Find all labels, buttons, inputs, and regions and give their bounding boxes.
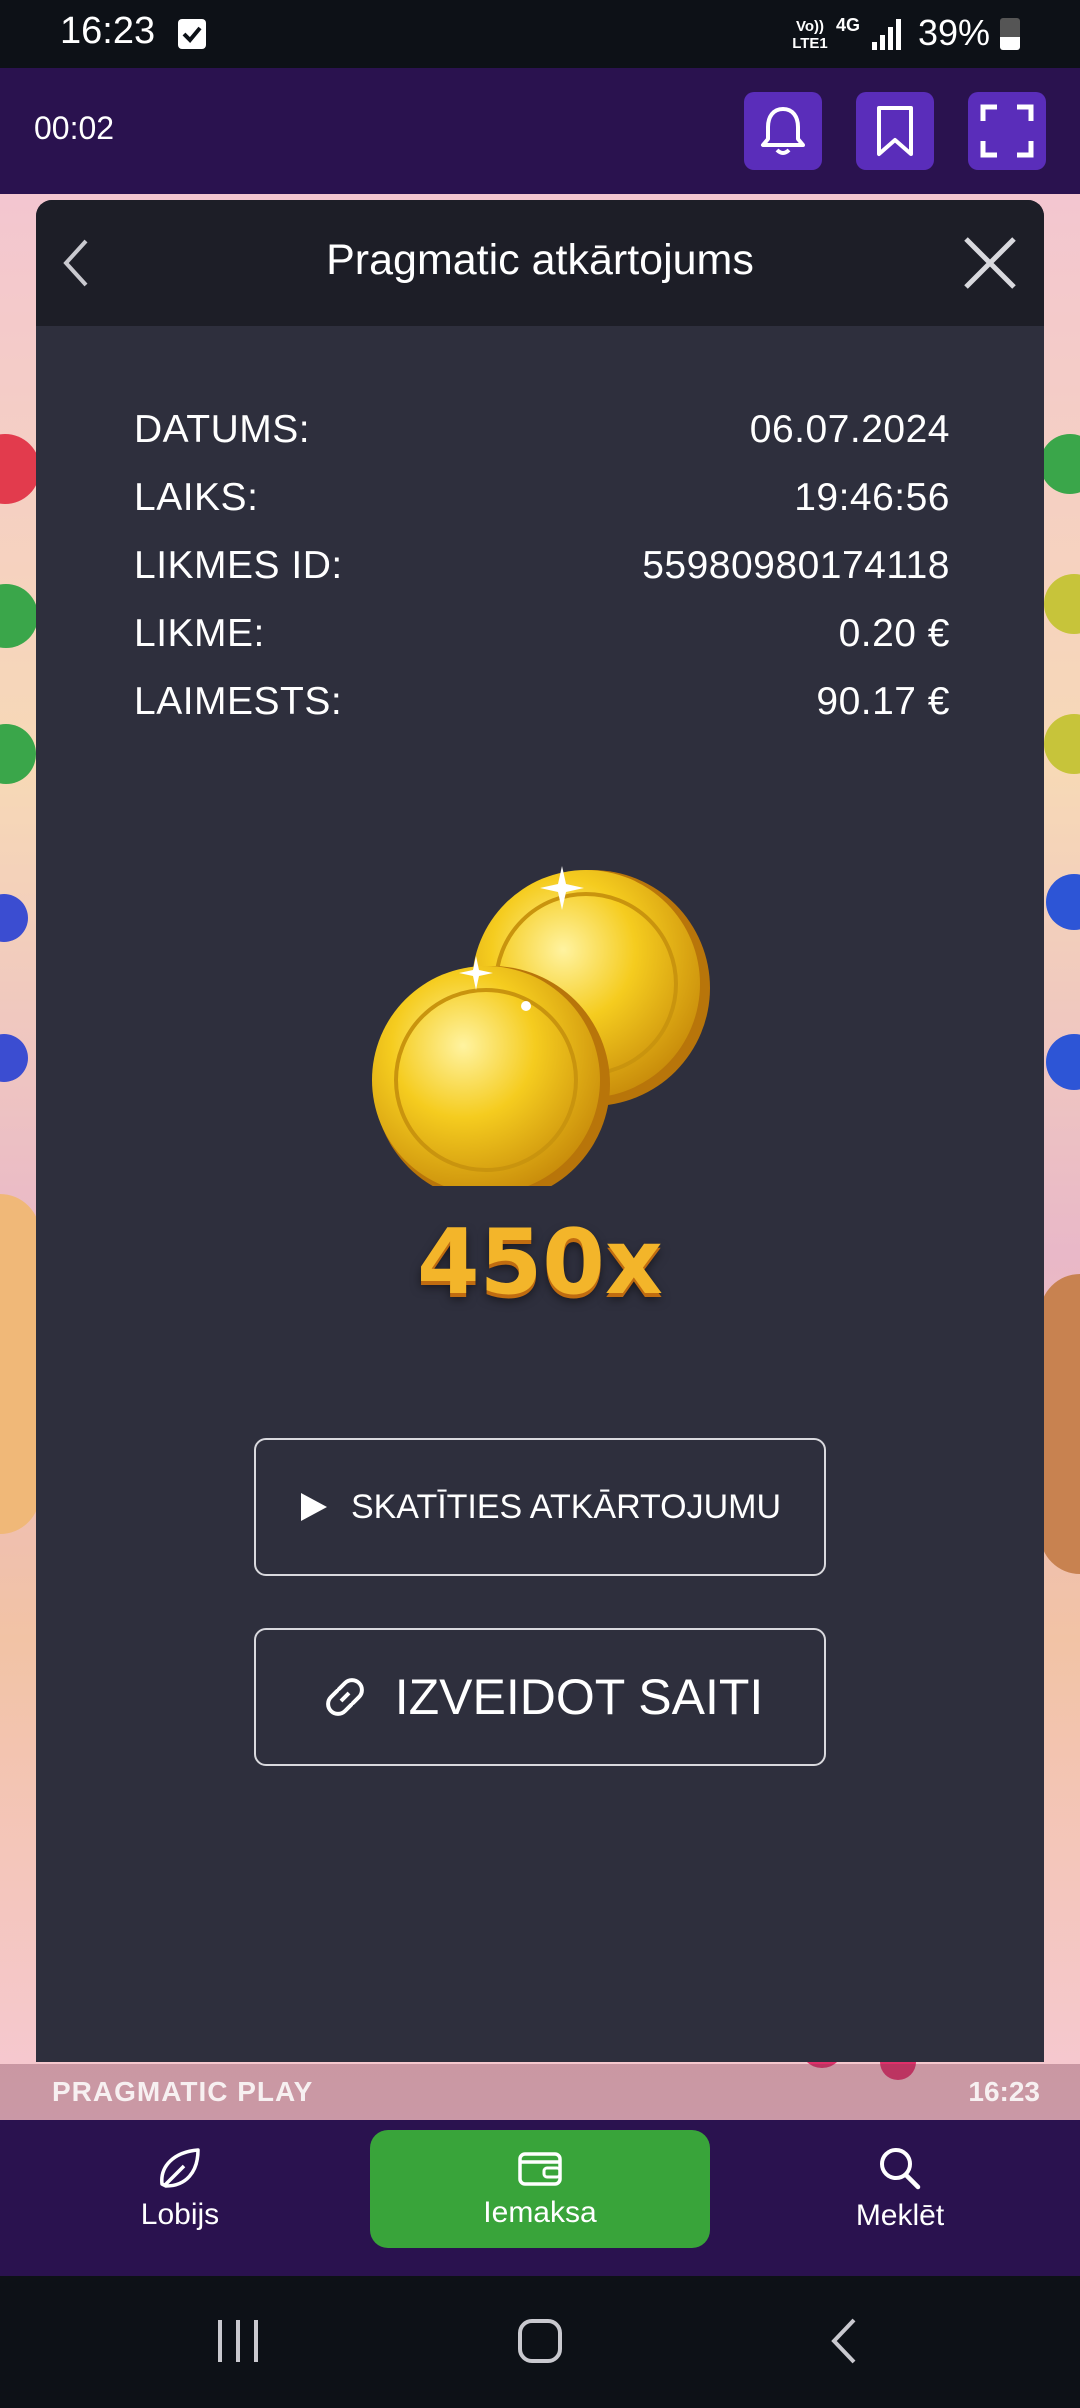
watch-replay-button[interactable]: SKATĪTIES ATKĀRTOJUMU <box>254 1438 826 1576</box>
recents-icon <box>218 2320 258 2362</box>
fullscreen-icon <box>980 104 1034 158</box>
modal-title: Pragmatic atkārtojums <box>326 236 754 284</box>
detail-row-win: LAIMESTS: 90.17 € <box>134 680 950 748</box>
wallet-icon <box>518 2152 562 2186</box>
back-system-button[interactable] <box>826 2316 862 2371</box>
volte-indicator: Vo)) LTE1 <box>792 18 828 52</box>
detail-label: LAIKS: <box>134 476 259 519</box>
game-clock: 16:23 <box>968 2076 1040 2107</box>
modal-header: Pragmatic atkārtojums <box>36 200 1044 326</box>
home-button[interactable] <box>516 2316 564 2371</box>
home-icon <box>518 2319 562 2363</box>
recent-apps-button[interactable] <box>214 2316 262 2371</box>
close-icon <box>964 237 1016 289</box>
create-link-label: IZVEIDOT SAITI <box>394 1669 764 1725</box>
detail-value: 19:46:56 <box>794 476 950 519</box>
detail-value: 90.17 € <box>816 680 950 723</box>
detail-row-time: LAIKS: 19:46:56 <box>134 476 950 544</box>
leaf-icon <box>160 2148 200 2188</box>
battery-percent: 39% <box>918 12 991 53</box>
watch-replay-label: SKATĪTIES ATKĀRTOJUMU <box>350 1487 782 1526</box>
detail-label: DATUMS: <box>134 408 311 451</box>
detail-row-date: DATUMS: 06.07.2024 <box>134 408 950 476</box>
detail-value: 55980980174118 <box>642 544 950 587</box>
nav-label: Lobijs <box>140 2198 220 2231</box>
game-top-bar: 00:02 <box>0 68 1080 194</box>
link-icon <box>317 1669 373 1725</box>
status-bar: 16:23 Vo)) LTE1 4G 39% <box>0 0 1080 68</box>
nav-item-search[interactable]: Meklēt <box>730 2130 1070 2248</box>
nav-label: Meklēt <box>855 2199 945 2232</box>
detail-label: LIKME: <box>134 612 265 655</box>
win-multiplier: 450x <box>417 1210 663 1315</box>
network-type: 4G <box>836 15 861 35</box>
checkbox-notification-icon <box>178 19 206 49</box>
detail-value: 0.20 € <box>838 612 950 655</box>
play-icon <box>299 1491 329 1523</box>
bet-details: DATUMS: 06.07.2024 LAIKS: 19:46:56 LIKME… <box>134 408 950 748</box>
search-icon <box>880 2148 921 2190</box>
detail-label: LAIMESTS: <box>134 680 343 723</box>
detail-value: 06.07.2024 <box>749 408 950 451</box>
nav-label: Iemaksa <box>483 2196 597 2229</box>
create-link-button[interactable]: IZVEIDOT SAITI <box>254 1628 826 1766</box>
game-footer: PRAGMATIC PLAY 16:23 <box>0 2064 1080 2120</box>
detail-row-bet: LIKME: 0.20 € <box>134 612 950 680</box>
screen: 16:23 Vo)) LTE1 4G 39% 00:02 PRAGMATIC P… <box>0 0 1080 2408</box>
bookmark-button[interactable] <box>856 92 934 170</box>
back-icon <box>831 2318 856 2364</box>
bell-icon <box>761 107 805 155</box>
provider-brand: PRAGMATIC PLAY <box>52 2076 314 2107</box>
signal-icon <box>870 18 904 55</box>
status-time: 16:23 <box>60 10 156 52</box>
fullscreen-button[interactable] <box>968 92 1046 170</box>
detail-row-bet-id: LIKMES ID: 55980980174118 <box>134 544 950 612</box>
replay-modal: Pragmatic atkārtojums DATUMS: 06.07.2024… <box>36 200 1044 2062</box>
nav-item-deposit[interactable]: Iemaksa <box>370 2130 710 2248</box>
battery-icon <box>1000 18 1020 50</box>
session-timer: 00:02 <box>34 110 115 146</box>
close-button[interactable] <box>962 235 1018 296</box>
notifications-button[interactable] <box>744 92 822 170</box>
bookmark-icon <box>877 106 913 156</box>
nav-item-lobby[interactable]: Lobijs <box>10 2130 350 2248</box>
detail-label: LIKMES ID: <box>134 544 343 587</box>
system-nav-bar <box>0 2276 1080 2408</box>
gold-coins-icon <box>366 836 716 1202</box>
bottom-nav: Lobijs Iemaksa Meklēt <box>0 2120 1080 2276</box>
